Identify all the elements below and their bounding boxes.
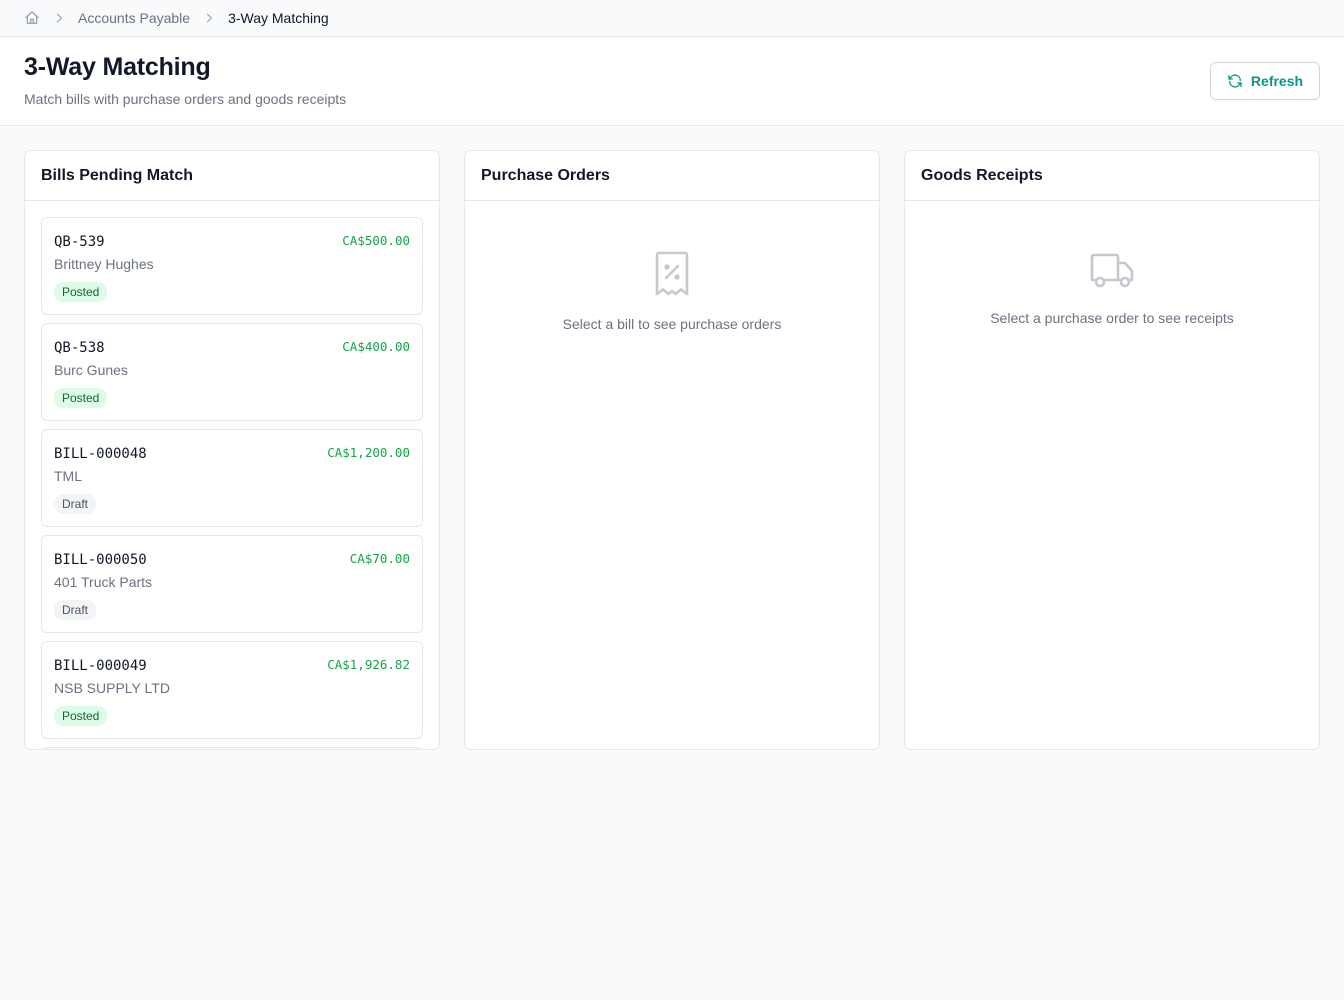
bill-vendor: 401 Truck Parts — [54, 574, 153, 590]
status-badge: Draft — [54, 494, 97, 514]
refresh-icon — [1227, 73, 1243, 89]
status-badge: Posted — [54, 388, 108, 408]
page-title: 3-Way Matching — [24, 53, 211, 81]
receipt-percent-icon — [652, 251, 692, 302]
goods-receipts-panel-title: Goods Receipts — [905, 151, 1319, 201]
breadcrumb: Accounts Payable 3-Way Matching — [0, 0, 1344, 37]
chevron-right-icon — [52, 11, 66, 25]
bill-number: QB-538 — [54, 340, 105, 356]
chevron-right-icon — [202, 11, 216, 25]
bill-card-partial[interactable] — [41, 747, 423, 749]
bills-panel-title: Bills Pending Match — [25, 151, 439, 201]
bill-number: BILL-000049 — [54, 658, 147, 674]
bill-card[interactable]: BILL-000049 CA$1,926.82 NSB SUPPLY LTD P… — [41, 641, 423, 739]
bill-amount: CA$500.00 — [342, 233, 410, 248]
page-header: 3-Way Matching Match bills with purchase… — [0, 37, 1344, 126]
bill-vendor: Brittney Hughes — [54, 256, 154, 272]
status-badge: Posted — [54, 706, 108, 726]
bills-panel: Bills Pending Match QB-539 CA$500.00 Bri… — [24, 150, 440, 750]
bill-amount: CA$1,200.00 — [327, 445, 410, 460]
breadcrumb-accounts-payable[interactable]: Accounts Payable — [78, 10, 190, 26]
page-subtitle: Match bills with purchase orders and goo… — [24, 91, 347, 107]
status-badge: Posted — [54, 282, 108, 302]
bill-vendor: Burc Gunes — [54, 362, 128, 378]
purchase-orders-empty-state: Select a bill to see purchase orders — [465, 201, 879, 332]
bill-card[interactable]: QB-538 CA$400.00 Burc Gunes Posted — [41, 323, 423, 421]
goods-receipts-panel: Goods Receipts Select a purchase order t… — [904, 150, 1320, 750]
purchase-orders-panel-title: Purchase Orders — [465, 151, 879, 201]
bill-amount: CA$70.00 — [349, 551, 410, 566]
bill-card[interactable]: BILL-000050 CA$70.00 401 Truck Parts Dra… — [41, 535, 423, 633]
status-badge: Draft — [54, 600, 97, 620]
bill-number: BILL-000050 — [54, 552, 147, 568]
truck-icon — [1089, 251, 1135, 296]
bill-card[interactable]: BILL-000048 CA$1,200.00 TML Draft — [41, 429, 423, 527]
refresh-button[interactable]: Refresh — [1210, 62, 1320, 100]
home-icon[interactable] — [24, 10, 40, 26]
refresh-label: Refresh — [1250, 73, 1304, 89]
bill-card[interactable]: QB-539 CA$500.00 Brittney Hughes Posted — [41, 217, 423, 315]
purchase-orders-panel: Purchase Orders Select a bill to see pur… — [464, 150, 880, 750]
bill-amount: CA$400.00 — [342, 339, 410, 354]
bill-number: QB-539 — [54, 234, 105, 250]
purchase-orders-empty-message: Select a bill to see purchase orders — [562, 316, 782, 332]
bill-number: BILL-000048 — [54, 446, 147, 462]
goods-receipts-empty-state: Select a purchase order to see receipts — [905, 201, 1319, 326]
bill-vendor: NSB SUPPLY LTD — [54, 680, 170, 696]
bill-vendor: TML — [54, 468, 82, 484]
bill-list[interactable]: QB-539 CA$500.00 Brittney Hughes Posted … — [25, 201, 439, 749]
bill-amount: CA$1,926.82 — [327, 657, 410, 672]
breadcrumb-current: 3-Way Matching — [228, 10, 329, 26]
goods-receipts-empty-message: Select a purchase order to see receipts — [990, 310, 1234, 326]
